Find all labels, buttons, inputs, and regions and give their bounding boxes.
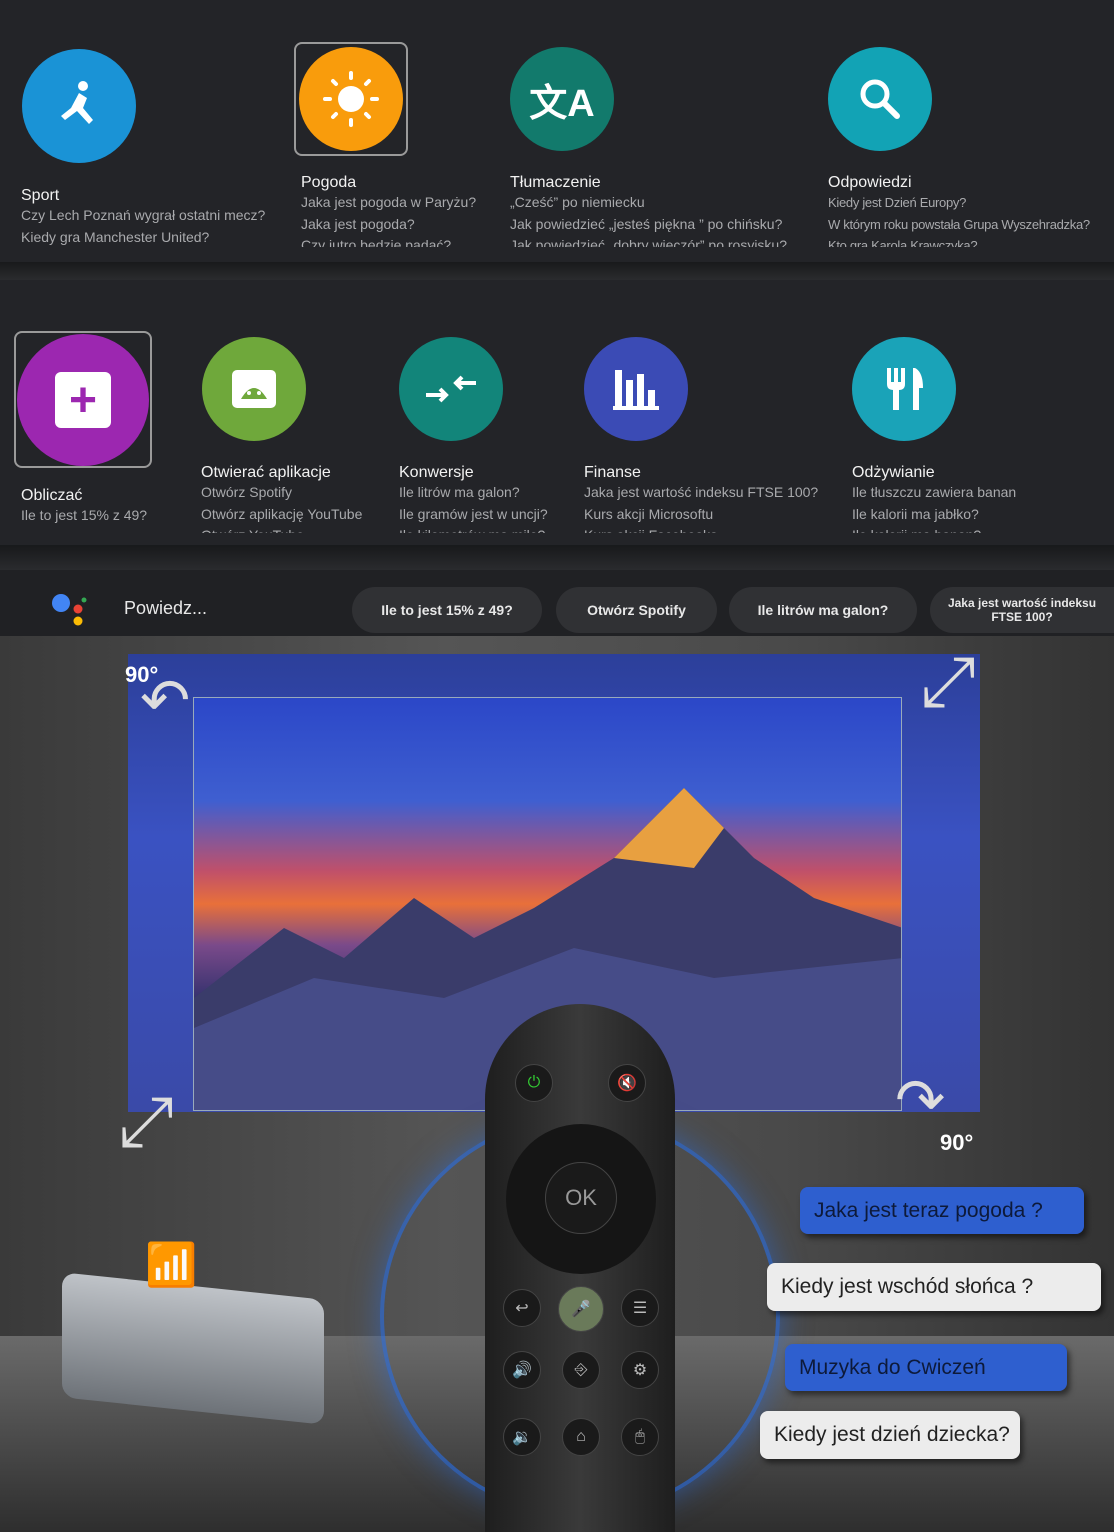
example-query[interactable]: Otwórz aplikację YouTube xyxy=(201,504,391,526)
power-button[interactable]: ⏻ xyxy=(515,1064,553,1102)
example-query[interactable]: Czy Lech Poznań wygrał ostatni mecz? xyxy=(21,205,281,227)
example-query[interactable]: Kiedy gra Manchester United? xyxy=(21,227,281,249)
settings-button[interactable]: ⚙ xyxy=(621,1351,659,1389)
category-translation[interactable]: Tłumaczenie „Cześć” po niemiecku Jak pow… xyxy=(510,173,810,247)
example-query[interactable]: Ile kalorii ma jabłko? xyxy=(852,504,1112,526)
suggestion-chip[interactable]: Otwórz Spotify xyxy=(556,587,717,633)
divider xyxy=(0,545,1114,570)
suggestion-chip[interactable]: Ile litrów ma galon? xyxy=(729,587,917,633)
voice-command-bubble: Jaka jest teraz pogoda ? xyxy=(800,1187,1084,1234)
category-conversions[interactable]: Konwersje Ile litrów ma galon? Ile gramó… xyxy=(399,463,579,533)
microphone-button[interactable]: 🎤 xyxy=(558,1286,604,1332)
assistant-bar: Powiedz... Ile to jest 15% z 49? Otwórz … xyxy=(0,570,1114,636)
ok-button[interactable]: OK xyxy=(545,1162,617,1234)
divider xyxy=(0,262,1114,280)
category-title: Konwersje xyxy=(399,464,474,481)
volume-down-button[interactable]: 🔉 xyxy=(503,1418,541,1456)
example-query[interactable]: Jaka jest wartość indeksu FTSE 100? xyxy=(584,482,844,504)
back-button[interactable]: ↩ xyxy=(503,1289,541,1327)
category-finance[interactable]: Finanse Jaka jest wartość indeksu FTSE 1… xyxy=(584,463,844,533)
example-query[interactable]: Czy jutro będzie padać? xyxy=(301,235,501,247)
search-icon[interactable] xyxy=(828,47,932,151)
mouse-button[interactable]: 🖱 xyxy=(621,1418,659,1456)
plus-glyph: + xyxy=(55,372,111,428)
category-answers[interactable]: Odpowiedzi Kiedy jest Dzień Europy? W kt… xyxy=(828,173,1112,247)
example-query[interactable]: Jaka jest pogoda w Paryżu? xyxy=(301,192,501,214)
category-title: Odpowiedzi xyxy=(828,174,912,191)
example-query[interactable]: Kto gra Karola Krawczyka? xyxy=(828,235,1112,247)
android-icon[interactable] xyxy=(202,337,306,441)
utensils-icon[interactable] xyxy=(852,337,956,441)
example-query[interactable]: Jak powiedzieć „jesteś piękna ” po chińs… xyxy=(510,214,810,236)
mute-button[interactable]: 🔇 xyxy=(608,1064,646,1102)
example-query[interactable]: Ile litrów ma galon? xyxy=(399,482,579,504)
sport-icon[interactable] xyxy=(22,49,136,163)
example-query[interactable]: „Cześć” po niemiecku xyxy=(510,192,810,214)
example-query[interactable]: Ile tłuszczu zawiera banan xyxy=(852,482,1112,504)
menu-button[interactable]: ☰ xyxy=(621,1289,659,1327)
translate-icon[interactable]: 文A xyxy=(510,47,614,151)
rotate-arrow-icon: ↶ xyxy=(140,667,191,734)
product-photo: 90° 90° ↶ ⤢ ⤢ ↷ 📶 ⏻ 🔇 OK ↩ 🎤 ☰ 🔊 ⎆ ⚙ 🔉 ⌂… xyxy=(0,636,1114,1532)
category-title: Odżywianie xyxy=(852,464,935,481)
example-query[interactable]: Jak powiedzieć „dobry wieczór” po rosyjs… xyxy=(510,235,810,247)
assistant-prompt: Powiedz... xyxy=(124,598,208,618)
voice-command-bubble: Kiedy jest dzień dziecka? xyxy=(760,1411,1020,1459)
category-open-apps[interactable]: Otwierać aplikacje Otwórz Spotify Otwórz… xyxy=(201,463,391,533)
example-query[interactable]: W którym roku powstała Grupa Wyszehradzk… xyxy=(828,214,1112,236)
example-query[interactable]: Ile gramów jest w uncji? xyxy=(399,504,579,526)
example-query[interactable]: Jaka jest pogoda? xyxy=(301,214,501,236)
convert-icon[interactable] xyxy=(399,337,503,441)
category-title: Pogoda xyxy=(301,174,357,191)
home-button[interactable]: ⌂ xyxy=(562,1418,600,1456)
wifi-icon: 📶 xyxy=(145,1241,198,1288)
category-title: Sport xyxy=(21,187,60,204)
google-assistant-icon[interactable] xyxy=(50,590,90,630)
voice-command-bubble: Kiedy jest wschód słońca ? xyxy=(767,1263,1101,1311)
category-title: Tłumaczenie xyxy=(510,174,601,191)
example-query[interactable]: Kurs akcji Facebooka xyxy=(584,525,844,533)
voice-command-bubble: Muzyka do Cwiczeń xyxy=(785,1344,1067,1391)
example-query[interactable]: Kiedy jest Dzień Europy? xyxy=(828,192,1112,214)
category-sport[interactable]: Sport Czy Lech Poznań wygrał ostatni mec… xyxy=(21,186,281,248)
example-query[interactable]: Otwórz YouTube xyxy=(201,525,391,533)
rotate-arrow-icon: ↷ xyxy=(895,1067,946,1134)
sun-icon[interactable] xyxy=(299,47,403,151)
suggestion-chip[interactable]: Jaka jest wartość indeksu FTSE 100? xyxy=(930,587,1114,633)
category-nutrition[interactable]: Odżywianie Ile tłuszczu zawiera banan Il… xyxy=(852,463,1112,533)
example-query[interactable]: Kurs akcji Microsoftu xyxy=(584,504,844,526)
suggestion-chip[interactable]: Ile to jest 15% z 49? xyxy=(352,587,542,633)
category-title: Obliczać xyxy=(21,487,83,504)
bar-chart-icon[interactable] xyxy=(584,337,688,441)
category-weather[interactable]: Pogoda Jaka jest pogoda w Paryżu? Jaka j… xyxy=(301,173,501,247)
category-title: Otwierać aplikacje xyxy=(201,464,331,481)
input-button[interactable]: ⎆ xyxy=(562,1351,600,1389)
example-query[interactable]: Ile kilometrów ma milę? xyxy=(399,525,579,533)
category-calculate[interactable]: Obliczać Ile to jest 15% z 49? xyxy=(21,486,191,530)
resize-arrow-icon: ⤢ xyxy=(118,1082,174,1160)
example-query[interactable]: Otwórz Spotify xyxy=(201,482,391,504)
category-title: Finanse xyxy=(584,464,641,481)
resize-arrow-icon: ⤢ xyxy=(920,642,976,720)
plus-icon[interactable]: + xyxy=(17,334,149,466)
example-query[interactable]: Ile to jest 15% z 49? xyxy=(21,505,191,527)
volume-up-button[interactable]: 🔊 xyxy=(503,1351,541,1389)
example-query[interactable]: Ile kalorii ma banan? xyxy=(852,525,1112,533)
